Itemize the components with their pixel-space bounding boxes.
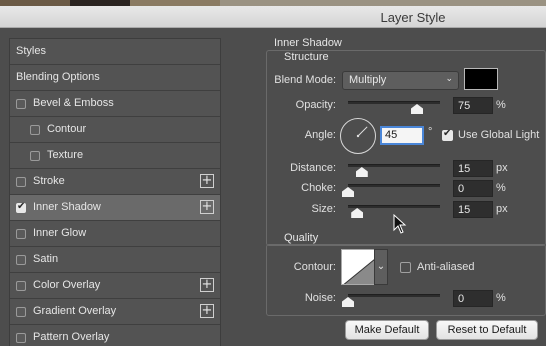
sidebar-item-checkbox[interactable] — [30, 125, 40, 135]
anti-aliased-checkbox[interactable] — [400, 262, 411, 273]
sidebar-item-pattern-overlay[interactable]: Pattern Overlay — [10, 325, 220, 346]
distance-label: Distance: — [290, 162, 336, 174]
sidebar-item-checkbox[interactable] — [16, 307, 26, 317]
sidebar-item-satin[interactable]: Satin — [10, 247, 220, 273]
opacity-label: Opacity: — [295, 99, 336, 111]
make-default-button[interactable]: Make Default — [345, 320, 429, 340]
chevron-down-icon: ⌄ — [376, 261, 386, 272]
shadow-color-swatch[interactable] — [464, 68, 498, 90]
opacity-input[interactable]: 75 — [453, 97, 493, 114]
angle-input[interactable]: 45 — [380, 126, 424, 145]
anti-aliased-label: Anti-aliased — [417, 261, 475, 273]
sidebar-item-inner-shadow[interactable]: Inner Shadow + — [10, 195, 220, 221]
sidebar-item-label: Bevel & Emboss — [33, 97, 114, 109]
layer-style-dialog: Styles Blending Options Bevel & Emboss Cont… — [0, 28, 546, 346]
angle-label: Angle: — [304, 129, 336, 141]
angle-dial[interactable] — [340, 118, 376, 154]
sidebar-item-color-overlay[interactable]: Color Overlay + — [10, 273, 220, 299]
add-effect-plus-icon[interactable]: + — [200, 174, 214, 188]
distance-slider-track[interactable] — [348, 164, 440, 167]
sidebar-item-stroke[interactable]: Stroke + — [10, 169, 220, 195]
add-effect-plus-icon[interactable]: + — [200, 304, 214, 318]
contour-label: Contour: — [293, 261, 336, 273]
mouse-pointer-icon — [393, 214, 407, 234]
sidebar-item-blending-options[interactable]: Blending Options — [10, 65, 220, 91]
sidebar-item-checkbox[interactable] — [16, 177, 26, 187]
sidebar-item-label: Satin — [33, 253, 59, 265]
distance-input[interactable]: 15 — [453, 160, 493, 177]
sidebar-item-label: Inner Glow — [33, 227, 87, 239]
contour-dropdown[interactable]: ⌄ — [374, 249, 388, 285]
sidebar-item-label: Pattern Overlay — [33, 331, 110, 343]
add-effect-plus-icon[interactable]: + — [200, 278, 214, 292]
distance-unit: px — [496, 162, 508, 174]
blend-mode-label: Blend Mode: — [274, 74, 336, 86]
reset-to-default-button[interactable]: Reset to Default — [436, 320, 538, 340]
opacity-slider-track[interactable] — [348, 101, 440, 104]
choke-unit: % — [496, 182, 506, 194]
sidebar-item-styles[interactable]: Styles — [10, 39, 220, 65]
sidebar-item-checkbox[interactable] — [16, 99, 26, 109]
styles-list: Styles Blending Options Bevel & Emboss Cont… — [9, 38, 221, 346]
sidebar-item-inner-glow[interactable]: Inner Glow — [10, 221, 220, 247]
size-slider-track[interactable] — [348, 205, 440, 208]
use-global-light-label: Use Global Light — [458, 129, 540, 141]
sidebar-item-label: Color Overlay — [33, 279, 101, 291]
noise-unit: % — [496, 292, 506, 304]
choke-slider-track[interactable] — [348, 184, 440, 187]
size-unit: px — [496, 203, 508, 215]
sidebar-item-contour[interactable]: Contour — [10, 117, 220, 143]
blend-mode-select[interactable]: Multiply ⌄ — [342, 71, 459, 90]
add-effect-plus-icon[interactable]: + — [200, 200, 214, 214]
inner-shadow-title: Inner Shadow — [272, 37, 344, 49]
sidebar-item-bevel-emboss[interactable]: Bevel & Emboss — [10, 91, 220, 117]
sidebar-item-gradient-overlay[interactable]: Gradient Overlay + — [10, 299, 220, 325]
structure-title: Structure — [282, 51, 331, 63]
sidebar-item-label: Blending Options — [16, 71, 100, 83]
sidebar-item-label: Contour — [47, 123, 87, 135]
sidebar-item-checkbox[interactable] — [16, 229, 26, 239]
choke-label: Choke: — [301, 182, 336, 194]
window-title: Layer Style — [380, 10, 446, 25]
sidebar-item-label: Stroke — [33, 175, 65, 187]
chevron-down-icon: ⌄ — [445, 74, 453, 84]
sidebar-item-label: Gradient Overlay — [33, 305, 117, 317]
size-label: Size: — [311, 203, 336, 215]
sidebar-item-checkbox[interactable] — [30, 151, 40, 161]
angle-unit: ° — [428, 126, 433, 138]
window-titlebar[interactable]: Layer Style — [0, 6, 546, 28]
size-input[interactable]: 15 — [453, 201, 493, 218]
sidebar-item-checkbox[interactable] — [16, 255, 26, 265]
noise-slider-track[interactable] — [348, 294, 440, 297]
quality-group — [266, 244, 546, 316]
opacity-unit: % — [496, 99, 506, 111]
sidebar-item-checkbox[interactable] — [16, 201, 26, 213]
list-scroll-gutter — [228, 38, 236, 346]
sidebar-item-texture[interactable]: Texture — [10, 143, 220, 169]
sidebar-item-label: Texture — [47, 149, 84, 161]
quality-title: Quality — [282, 232, 321, 244]
sidebar-item-label: Styles — [16, 45, 46, 57]
choke-input[interactable]: 0 — [453, 180, 493, 197]
use-global-light-checkbox[interactable] — [442, 128, 453, 141]
sidebar-item-label: Inner Shadow — [33, 201, 101, 213]
noise-label: Noise: — [304, 292, 336, 304]
sidebar-item-checkbox[interactable] — [16, 333, 26, 343]
sidebar-item-checkbox[interactable] — [16, 281, 26, 291]
blend-mode-value: Multiply — [349, 74, 387, 86]
noise-input[interactable]: 0 — [453, 290, 493, 307]
angle-needle-icon — [356, 126, 368, 138]
